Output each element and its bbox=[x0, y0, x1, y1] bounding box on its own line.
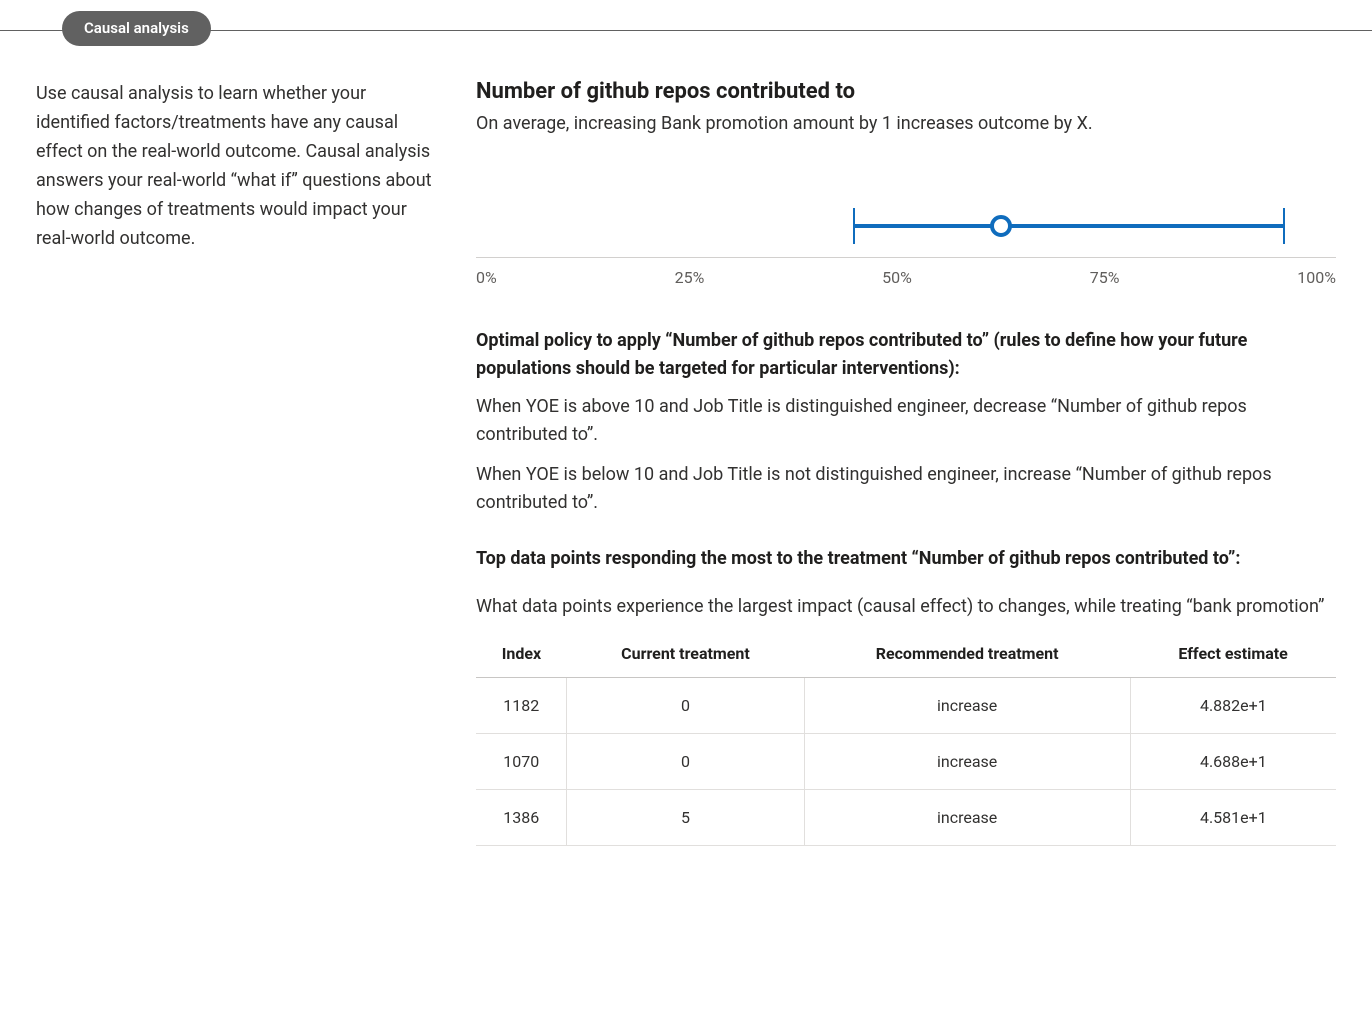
top-datapoints-table-wrap: Index Current treatment Recommended trea… bbox=[476, 633, 1336, 846]
table-cell: 4.688e+1 bbox=[1130, 734, 1336, 790]
table-cell: 1182 bbox=[476, 678, 567, 734]
left-column: Use causal analysis to learn whether you… bbox=[36, 79, 436, 253]
section-divider: Causal analysis bbox=[0, 30, 1372, 31]
x-tick-label: 50% bbox=[882, 268, 912, 287]
ci-bar bbox=[854, 224, 1284, 228]
table-cell: 1386 bbox=[476, 790, 567, 846]
table-cell: increase bbox=[804, 678, 1130, 734]
table-cell: 5 bbox=[567, 790, 804, 846]
top-datapoints-title: Top data points responding the most to t… bbox=[476, 545, 1336, 573]
table-row: 10700increase4.688e+1 bbox=[476, 734, 1336, 790]
table-cell: 0 bbox=[567, 734, 804, 790]
table-cell: 4.581e+1 bbox=[1130, 790, 1336, 846]
table-row: 11820increase4.882e+1 bbox=[476, 678, 1336, 734]
ci-whisker-right bbox=[1283, 208, 1285, 244]
chart-plot-area bbox=[476, 198, 1336, 258]
col-effect-estimate: Effect estimate bbox=[1130, 633, 1336, 678]
tab-causal-analysis[interactable]: Causal analysis bbox=[62, 11, 211, 46]
col-current-treatment: Current treatment bbox=[567, 633, 804, 678]
main-title: Number of github repos contributed to bbox=[476, 79, 1336, 104]
table-cell: 0 bbox=[567, 678, 804, 734]
intro-paragraph: Use causal analysis to learn whether you… bbox=[36, 79, 436, 253]
x-tick-label: 100% bbox=[1297, 268, 1336, 287]
table-row: 13865increase4.581e+1 bbox=[476, 790, 1336, 846]
main-subtext: On average, increasing Bank promotion am… bbox=[476, 110, 1336, 138]
top-datapoints-desc: What data points experience the largest … bbox=[476, 593, 1336, 621]
table-header-row: Index Current treatment Recommended trea… bbox=[476, 633, 1336, 678]
x-tick-label: 25% bbox=[675, 268, 705, 287]
table-cell: increase bbox=[804, 790, 1130, 846]
table-cell: increase bbox=[804, 734, 1130, 790]
confidence-interval-chart: 0% 25% 50% 75% 100% bbox=[476, 198, 1336, 287]
ci-whisker-left bbox=[853, 208, 855, 244]
col-recommended-treatment: Recommended treatment bbox=[804, 633, 1130, 678]
policy-title: Optimal policy to apply “Number of githu… bbox=[476, 327, 1336, 383]
policy-rule-2: When YOE is below 10 and Job Title is no… bbox=[476, 461, 1336, 517]
x-tick-label: 0% bbox=[476, 268, 497, 287]
chart-x-axis-labels: 0% 25% 50% 75% 100% bbox=[476, 258, 1336, 287]
col-index: Index bbox=[476, 633, 567, 678]
right-column: Number of github repos contributed to On… bbox=[476, 79, 1336, 846]
table-cell: 4.882e+1 bbox=[1130, 678, 1336, 734]
x-tick-label: 75% bbox=[1090, 268, 1120, 287]
top-datapoints-table: Index Current treatment Recommended trea… bbox=[476, 633, 1336, 846]
ci-point bbox=[990, 215, 1012, 237]
table-cell: 1070 bbox=[476, 734, 567, 790]
policy-rule-1: When YOE is above 10 and Job Title is di… bbox=[476, 393, 1336, 449]
content-layout: Use causal analysis to learn whether you… bbox=[0, 79, 1372, 886]
